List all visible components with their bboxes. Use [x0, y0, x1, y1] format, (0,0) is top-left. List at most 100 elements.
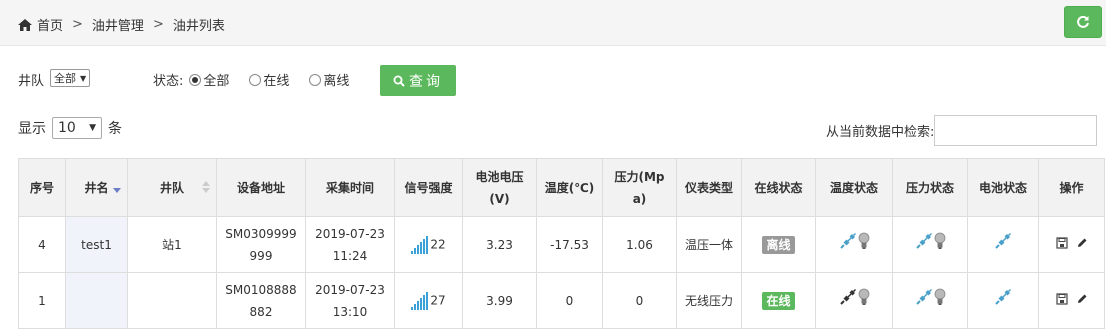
cell-meter-type: 无线压力 — [676, 272, 742, 329]
column-header-voltage[interactable]: 电池电压(V) — [462, 158, 537, 217]
cell-device-address: SM0309999999 — [216, 216, 306, 273]
cell-online-status: 在线 — [741, 272, 816, 329]
status-radio-online[interactable]: 在线 — [249, 70, 289, 89]
bulb-icon — [858, 288, 870, 313]
column-header-label: 压力状态 — [905, 180, 954, 195]
query-button[interactable]: 查询 — [380, 65, 456, 96]
column-header-pressure[interactable]: 压力(Mpa) — [602, 158, 677, 217]
team-label: 井队 — [18, 74, 45, 89]
column-header-label: 温度(℃) — [544, 180, 595, 195]
refresh-button[interactable] — [1064, 6, 1102, 38]
column-header-label: 电池状态 — [978, 180, 1027, 195]
cell-team: 站1 — [127, 216, 217, 273]
breadcrumb: 首页 > 油井管理 > 油井列表 — [18, 15, 225, 34]
column-header-label: 仪表类型 — [684, 180, 733, 195]
bulb-icon — [934, 288, 946, 313]
cell-pressure-status — [892, 272, 968, 329]
cell-temp-status — [815, 272, 893, 329]
cell-battery-status — [967, 216, 1039, 273]
status-radio-all[interactable]: 全部 — [189, 70, 229, 89]
column-header-team[interactable]: 井队 — [127, 158, 217, 217]
status-radio-offline[interactable]: 离线 — [309, 70, 349, 89]
plug-icon — [839, 232, 857, 257]
plug-icon — [994, 232, 1012, 257]
column-header-label: 在线状态 — [754, 180, 803, 195]
column-header-index[interactable]: 序号 — [18, 158, 66, 217]
cell-temperature: -17.53 — [536, 216, 603, 273]
top-bar: 首页 > 油井管理 > 油井列表 — [0, 0, 1106, 46]
page-length-select[interactable]: 10 ▼ — [52, 117, 102, 139]
column-header-label: 井名 — [84, 180, 109, 195]
cell-team — [127, 272, 217, 329]
plug-icon — [994, 288, 1012, 313]
signal-strength-icon — [411, 291, 429, 310]
column-header-pressure-status[interactable]: 压力状态 — [892, 158, 968, 217]
column-header-label: 井队 — [159, 180, 184, 195]
page-length-prefix: 显示 — [18, 121, 46, 137]
breadcrumb-separator: > — [72, 17, 83, 32]
status-badge: 离线 — [762, 235, 795, 254]
query-button-label: 查询 — [409, 73, 443, 90]
breadcrumb-separator: > — [152, 17, 164, 32]
cell-well-name: test1 — [65, 216, 128, 273]
cell-signal: 22 — [394, 216, 463, 273]
status-radio-offline-label: 离线 — [323, 74, 350, 89]
team-select[interactable]: 全部 ▼ — [50, 69, 91, 87]
temp-status-indicator — [839, 232, 870, 257]
radio-selected-icon — [189, 73, 202, 86]
plug-icon — [915, 232, 933, 257]
cell-collect-time: 2019-07-23 13:10 — [305, 272, 395, 329]
table-search-input[interactable] — [934, 115, 1098, 146]
table-search: 从当前数据中检索: — [826, 115, 1098, 146]
cell-well-name — [65, 272, 128, 329]
chevron-down-icon: ▼ — [80, 73, 87, 83]
cell-voltage: 3.99 — [462, 272, 537, 329]
table-row[interactable]: 4 test1 站1 SM0309999999 2019-07-23 11:24… — [18, 216, 1105, 273]
column-header-online-status[interactable]: 在线状态 — [741, 158, 816, 217]
column-header-well-name[interactable]: 井名 — [65, 158, 128, 217]
filter-bar: 井队 全部 ▼ 状态: 全部 在线 离线 查询 — [18, 65, 1098, 96]
column-header-label: 采集时间 — [325, 180, 374, 195]
breadcrumb-oil-well-list: 油井列表 — [172, 19, 225, 34]
cell-pressure-status — [892, 216, 968, 273]
plug-icon — [915, 288, 933, 313]
status-badge: 在线 — [762, 291, 795, 310]
sort-desc-icon — [113, 181, 121, 195]
column-header-label: 操作 — [1059, 180, 1084, 195]
edit-icon[interactable] — [1076, 237, 1088, 249]
breadcrumb-home-link[interactable]: 首页 — [37, 15, 63, 34]
column-header-collect-time[interactable]: 采集时间 — [305, 158, 395, 217]
column-header-meter-type[interactable]: 仪表类型 — [676, 158, 742, 217]
column-header-battery-status[interactable]: 电池状态 — [967, 158, 1039, 217]
column-header-device-address[interactable]: 设备地址 — [216, 158, 306, 217]
cell-voltage: 3.23 — [462, 216, 537, 273]
cell-device-address: SM0108888882 — [216, 272, 306, 329]
signal-strength-icon — [411, 235, 429, 254]
column-header-temp-status[interactable]: 温度状态 — [815, 158, 893, 217]
edit-icon[interactable] — [1076, 293, 1088, 305]
column-header-label: 压力(Mpa) — [614, 169, 665, 206]
pressure-status-indicator — [915, 288, 946, 313]
home-icon — [18, 18, 32, 31]
battery-status-indicator — [994, 288, 1012, 313]
search-icon — [393, 75, 405, 87]
cell-pressure: 1.06 — [602, 216, 677, 273]
cell-index: 1 — [18, 272, 66, 329]
column-header-signal[interactable]: 信号强度 — [394, 158, 463, 217]
table-row[interactable]: 1 SM0108888882 2019-07-23 13:10 27 3.99 … — [18, 272, 1105, 329]
column-header-temperature[interactable]: 温度(℃) — [536, 158, 603, 217]
bulb-icon — [934, 232, 946, 257]
breadcrumb-oil-well-management[interactable]: 油井管理 — [92, 15, 144, 34]
chevron-down-icon: ▼ — [89, 123, 96, 133]
column-header-actions[interactable]: 操作 — [1038, 158, 1105, 217]
page-length-suffix: 条 — [108, 121, 122, 137]
oil-well-table: 序号 井名 井队 设备地址 采集时间 信号强度 电池电压(V) 温度(℃) 压力… — [18, 158, 1105, 329]
cell-meter-type: 温压一体 — [676, 216, 742, 273]
save-icon[interactable] — [1055, 236, 1068, 249]
pressure-status-indicator — [915, 232, 946, 257]
table-search-label: 从当前数据中检索: — [826, 125, 935, 140]
sort-icon — [202, 181, 210, 195]
save-icon[interactable] — [1055, 292, 1068, 305]
table-header-row: 序号 井名 井队 设备地址 采集时间 信号强度 电池电压(V) 温度(℃) 压力… — [18, 158, 1105, 217]
refresh-icon — [1077, 15, 1089, 28]
